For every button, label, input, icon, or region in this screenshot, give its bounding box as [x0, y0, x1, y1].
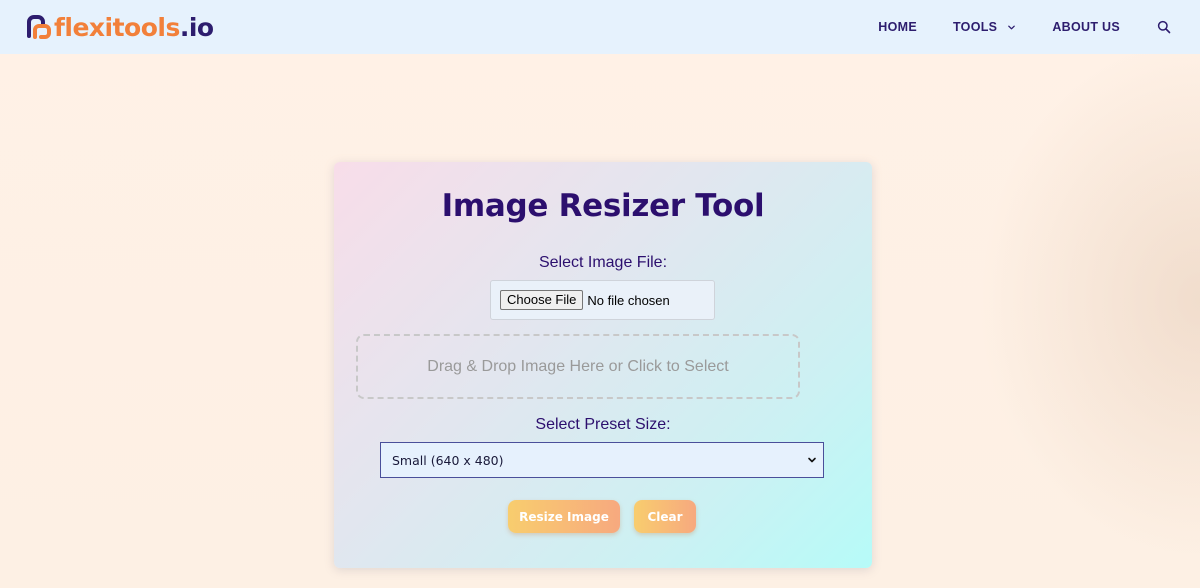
logo-tld: .io [179, 12, 214, 42]
site-header: flexitools.io HOME TOOLS ABOUT US [0, 0, 1200, 54]
page-title: Image Resizer Tool [441, 188, 765, 224]
logo-brand: flexitools [54, 12, 180, 42]
preset-size-select[interactable]: Small (640 x 480) [380, 442, 824, 478]
file-status: No file chosen [587, 292, 670, 308]
clear-button[interactable]: Clear [634, 500, 696, 533]
preset-label: Select Preset Size: [535, 416, 671, 433]
logo-mark-icon [27, 15, 51, 39]
nav-home-label: HOME [878, 20, 917, 34]
file-label: Select Image File: [538, 254, 668, 271]
chevron-down-icon [1008, 25, 1016, 29]
choose-file-button[interactable]: Choose File [500, 290, 584, 310]
chevron-down-icon [808, 457, 816, 463]
main-nav: HOME TOOLS ABOUT US [878, 19, 1172, 35]
nav-about-label: ABOUT US [1052, 20, 1120, 34]
nav-home[interactable]: HOME [878, 20, 917, 34]
image-resizer-card: Image Resizer Tool Select Image File: Ch… [334, 162, 872, 568]
preset-selected-value: Small (640 x 480) [392, 452, 504, 468]
site-logo[interactable]: flexitools.io [26, 14, 214, 40]
file-input[interactable]: Choose File No file chosen [490, 280, 715, 320]
search-button[interactable] [1156, 19, 1172, 35]
search-icon [1157, 20, 1171, 34]
logo-text: flexitools.io [54, 15, 214, 40]
resize-image-button[interactable]: Resize Image [508, 500, 620, 533]
nav-about-us[interactable]: ABOUT US [1052, 20, 1120, 34]
nav-tools-label: TOOLS [952, 20, 998, 34]
drop-zone[interactable]: Drag & Drop Image Here or Click to Selec… [356, 334, 800, 399]
nav-tools[interactable]: TOOLS [953, 20, 1016, 34]
